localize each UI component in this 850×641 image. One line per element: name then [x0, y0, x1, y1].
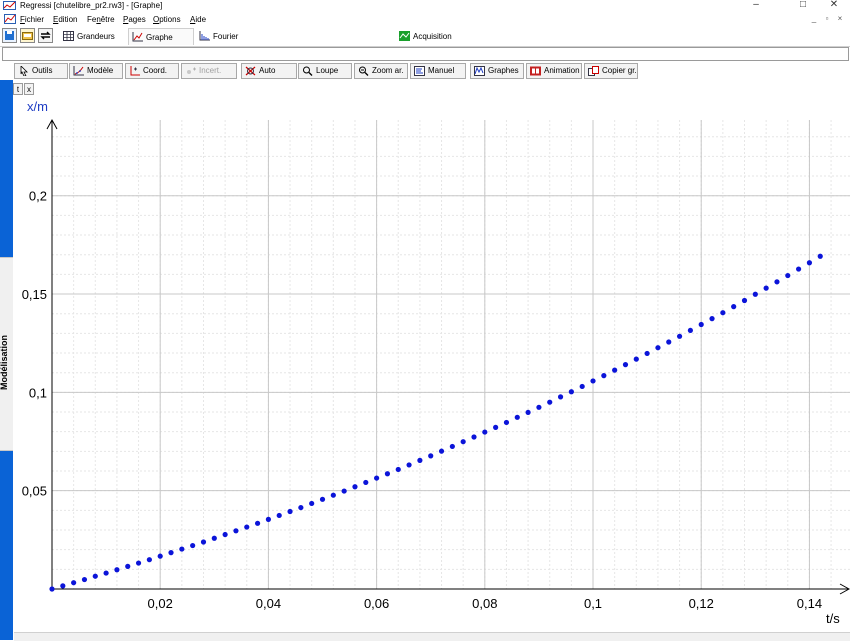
data-point	[796, 266, 802, 272]
data-point	[254, 520, 261, 526]
x-tick-label: 0,04	[256, 596, 281, 611]
data-point	[741, 297, 748, 304]
data-point	[525, 409, 531, 416]
data-point	[720, 310, 726, 316]
data-point	[233, 528, 239, 534]
data-point	[384, 471, 391, 477]
data-point	[698, 321, 704, 328]
data-point	[265, 516, 272, 522]
graph-plot[interactable]: 0,02 0,04 0,06 0,08 0,1 0,12 0,14 0,05 0,1 0,15 0,…	[0, 0, 850, 640]
major-grid	[52, 120, 850, 589]
data-point	[622, 362, 629, 368]
data-point	[190, 542, 196, 549]
data-point	[676, 333, 683, 339]
y-tick-label: 0,05	[22, 484, 47, 499]
data-point	[752, 291, 758, 297]
data-point	[363, 479, 369, 486]
x-tick-label: 0,12	[689, 596, 714, 611]
data-point	[211, 535, 217, 541]
data-point	[309, 500, 315, 507]
data-point	[817, 253, 823, 259]
data-point	[49, 586, 55, 592]
data-point	[374, 475, 380, 481]
data-point	[71, 580, 77, 586]
data-point	[417, 457, 423, 463]
tick-labels: 0,02 0,04 0,06 0,08 0,1 0,12 0,14 0,05 0,1 0,15 0,…	[22, 189, 822, 611]
data-point	[406, 462, 412, 468]
data-point	[536, 404, 542, 410]
minor-grid	[52, 120, 850, 589]
data-point	[352, 484, 358, 490]
data-point	[222, 531, 228, 538]
data-point	[319, 496, 326, 502]
data-point	[731, 304, 737, 310]
data-point	[612, 367, 618, 373]
data-point	[428, 453, 434, 459]
data-point	[514, 414, 520, 420]
data-point	[81, 576, 88, 583]
data-point	[806, 260, 813, 266]
data-point	[493, 424, 499, 430]
x-tick-label: 0,14	[797, 596, 822, 611]
data-point	[709, 316, 715, 322]
data-point	[341, 488, 347, 494]
data-point	[655, 345, 661, 351]
data-point	[395, 466, 401, 473]
data-point	[579, 383, 585, 390]
data-point	[179, 546, 185, 552]
data-point	[785, 272, 791, 279]
y-tick-label: 0,1	[29, 385, 47, 400]
y-tick-label: 0,15	[22, 287, 47, 302]
data-point	[168, 550, 174, 556]
data-point	[146, 557, 152, 563]
data-point	[601, 373, 607, 379]
axes	[46, 118, 850, 595]
data-point	[568, 389, 574, 395]
data-point	[125, 563, 131, 569]
x-tick-label: 0,08	[472, 596, 497, 611]
y-tick-label: 0,2	[29, 189, 47, 204]
data-point	[114, 567, 120, 573]
data-point	[298, 504, 304, 511]
data-point	[644, 350, 650, 357]
data-point	[590, 378, 596, 384]
data-point	[460, 439, 466, 445]
data-point	[547, 399, 553, 405]
data-point	[633, 356, 639, 362]
data-point	[103, 570, 109, 576]
data-point	[482, 429, 488, 435]
data-point	[449, 443, 455, 450]
data-points	[49, 253, 823, 592]
data-point	[438, 448, 445, 454]
x-tick-label: 0,02	[148, 596, 173, 611]
data-point	[763, 285, 769, 291]
x-tick-label: 0,06	[364, 596, 389, 611]
data-point	[330, 492, 336, 498]
data-point	[200, 539, 207, 545]
data-point	[276, 512, 282, 519]
data-point	[92, 573, 98, 579]
data-point	[471, 434, 477, 440]
data-point	[666, 339, 672, 345]
data-point	[60, 583, 66, 589]
data-point	[287, 508, 293, 515]
data-point	[687, 327, 694, 334]
data-point	[557, 394, 564, 400]
data-point	[157, 553, 163, 559]
data-point	[244, 524, 250, 530]
data-point	[503, 419, 510, 426]
data-point	[774, 279, 780, 285]
x-tick-label: 0,1	[584, 596, 602, 611]
data-point	[135, 560, 142, 566]
